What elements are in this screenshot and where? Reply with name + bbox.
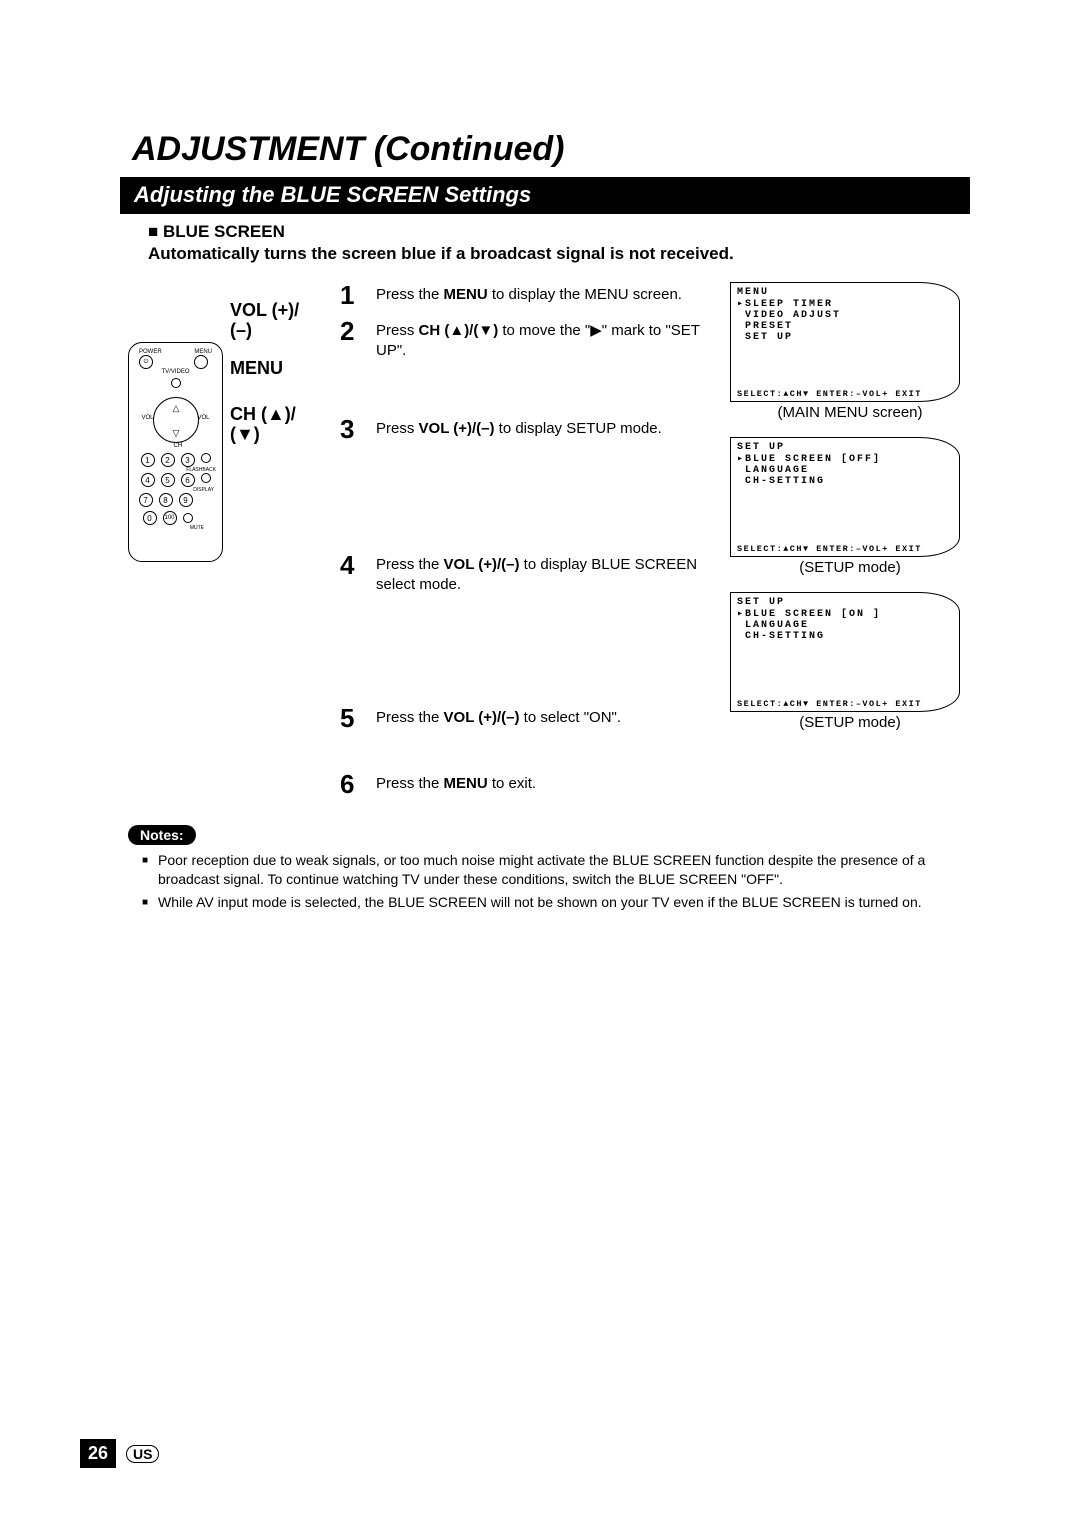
step-2: 2 Press CH (▲)/(▼) to move the "▶" mark … [340,318,710,362]
keypad-1: 1 [141,453,155,467]
page-footer: 26 US [80,1439,159,1468]
menu-button-icon [194,355,208,369]
tvvideo-icon [171,378,181,388]
step-2-text: Press CH (▲)/(▼) to move the "▶" mark to… [376,318,710,362]
osd-3-caption: (SETUP mode) [730,714,970,731]
remote-label-ch: CH (▲)/ [230,404,296,425]
keypad-9: 9 [179,493,193,507]
step-5-number: 5 [340,705,376,731]
keypad-3: 3 [181,453,195,467]
remote-diagram-column: VOL (+)/ (–) MENU CH (▲)/ (▼) POWER ⏻ ME… [120,282,340,807]
power-icon: ⏻ [139,355,153,369]
intro-heading: BLUE SCREEN [148,222,970,242]
step-4-number: 4 [340,552,376,596]
osd-main-menu: MENU SLEEP TIMER VIDEO ADJUST PRESET SET… [730,282,960,402]
step-4: 4 Press the VOL (+)/(–) to display BLUE … [340,552,710,596]
mute-icon [183,513,193,523]
intro-description: Automatically turns the screen blue if a… [148,244,970,264]
osd-1-line-2: VIDEO ADJUST [737,310,953,321]
step-6-text: Press the MENU to exit. [376,771,536,797]
nav-up-icon: △ [173,403,180,414]
step-4-text: Press the VOL (+)/(–) to display BLUE SC… [376,552,710,596]
osd-setup-off: SET UP BLUE SCREEN [OFF] LANGUAGE CH-SET… [730,437,960,557]
step-3: 3 Press VOL (+)/(–) to display SETUP mod… [340,416,710,442]
osd-2-line-2: LANGUAGE [737,465,953,476]
keypad-5: 5 [161,473,175,487]
osd-3-footer: SELECT:▲CH▼ ENTER:–VOL+ EXIT [737,699,953,709]
keypad-0: 0 [143,511,157,525]
step-1-number: 1 [340,282,376,308]
steps-column: 1 Press the MENU to display the MENU scr… [340,282,710,807]
nav-ch-label: CH [174,443,183,449]
osd-1-caption: (MAIN MENU screen) [730,404,970,421]
step-5-text: Press the VOL (+)/(–) to select "ON". [376,705,621,731]
osd-2-caption: (SETUP mode) [730,559,970,576]
nav-vol-minus: VOL [142,415,154,421]
osd-screens-column: MENU SLEEP TIMER VIDEO ADJUST PRESET SET… [710,282,970,807]
notes-badge: Notes: [128,825,196,845]
remote-control-illustration: POWER ⏻ MENU TV/VIDEO △ ▽ VOL VOL CH [128,342,223,562]
main-title: ADJUSTMENT (Continued) [120,130,970,169]
note-2: While AV input mode is selected, the BLU… [142,893,960,912]
keypad-7: 7 [139,493,153,507]
osd-3-title: SET UP [737,597,953,608]
osd-3-line-1: BLUE SCREEN [ON ] [737,608,953,620]
note-1: Poor reception due to weak signals, or t… [142,851,960,889]
remote-label-ch-2: (▼) [230,424,260,445]
page-number: 26 [80,1439,116,1468]
step-1-text: Press the MENU to display the MENU scree… [376,282,682,308]
remote-label-vol-2: (–) [230,320,252,341]
remote-mute-label: MUTE [129,525,222,531]
step-6: 6 Press the MENU to exit. [340,771,710,797]
osd-1-footer: SELECT:▲CH▼ ENTER:–VOL+ EXIT [737,389,953,399]
keypad-2: 2 [161,453,175,467]
step-1: 1 Press the MENU to display the MENU scr… [340,282,710,308]
notes-list: Poor reception due to weak signals, or t… [142,851,960,912]
osd-1-title: MENU [737,287,953,298]
remote-label-vol: VOL (+)/ [230,300,299,321]
step-6-number: 6 [340,771,376,797]
display-icon [201,473,211,483]
osd-1-line-4: SET UP [737,332,953,343]
osd-1-line-1: SLEEP TIMER [737,298,953,310]
osd-1-line-3: PRESET [737,321,953,332]
sub-title: Adjusting the BLUE SCREEN Settings [120,177,970,214]
step-3-text: Press VOL (+)/(–) to display SETUP mode. [376,416,662,442]
flashback-icon [201,453,211,463]
nav-down-icon: ▽ [173,428,180,439]
osd-3-line-3: CH-SETTING [737,631,953,642]
step-2-number: 2 [340,318,376,362]
step-5: 5 Press the VOL (+)/(–) to select "ON". [340,705,710,731]
keypad-6: 6 [181,473,195,487]
region-badge: US [126,1445,159,1463]
nav-pad-icon: △ ▽ VOL VOL CH [153,397,199,443]
step-3-number: 3 [340,416,376,442]
remote-menu-label: MENU [194,349,212,355]
keypad-100: 100 [163,511,177,525]
osd-3-line-2: LANGUAGE [737,620,953,631]
keypad-4: 4 [141,473,155,487]
remote-label-menu: MENU [230,358,283,379]
keypad-8: 8 [159,493,173,507]
osd-setup-on: SET UP BLUE SCREEN [ON ] LANGUAGE CH-SET… [730,592,960,712]
nav-vol-plus: VOL [197,415,209,421]
osd-2-line-3: CH-SETTING [737,476,953,487]
osd-2-line-1: BLUE SCREEN [OFF] [737,453,953,465]
remote-power-label: POWER [139,349,162,355]
osd-2-footer: SELECT:▲CH▼ ENTER:–VOL+ EXIT [737,544,953,554]
osd-2-title: SET UP [737,442,953,453]
